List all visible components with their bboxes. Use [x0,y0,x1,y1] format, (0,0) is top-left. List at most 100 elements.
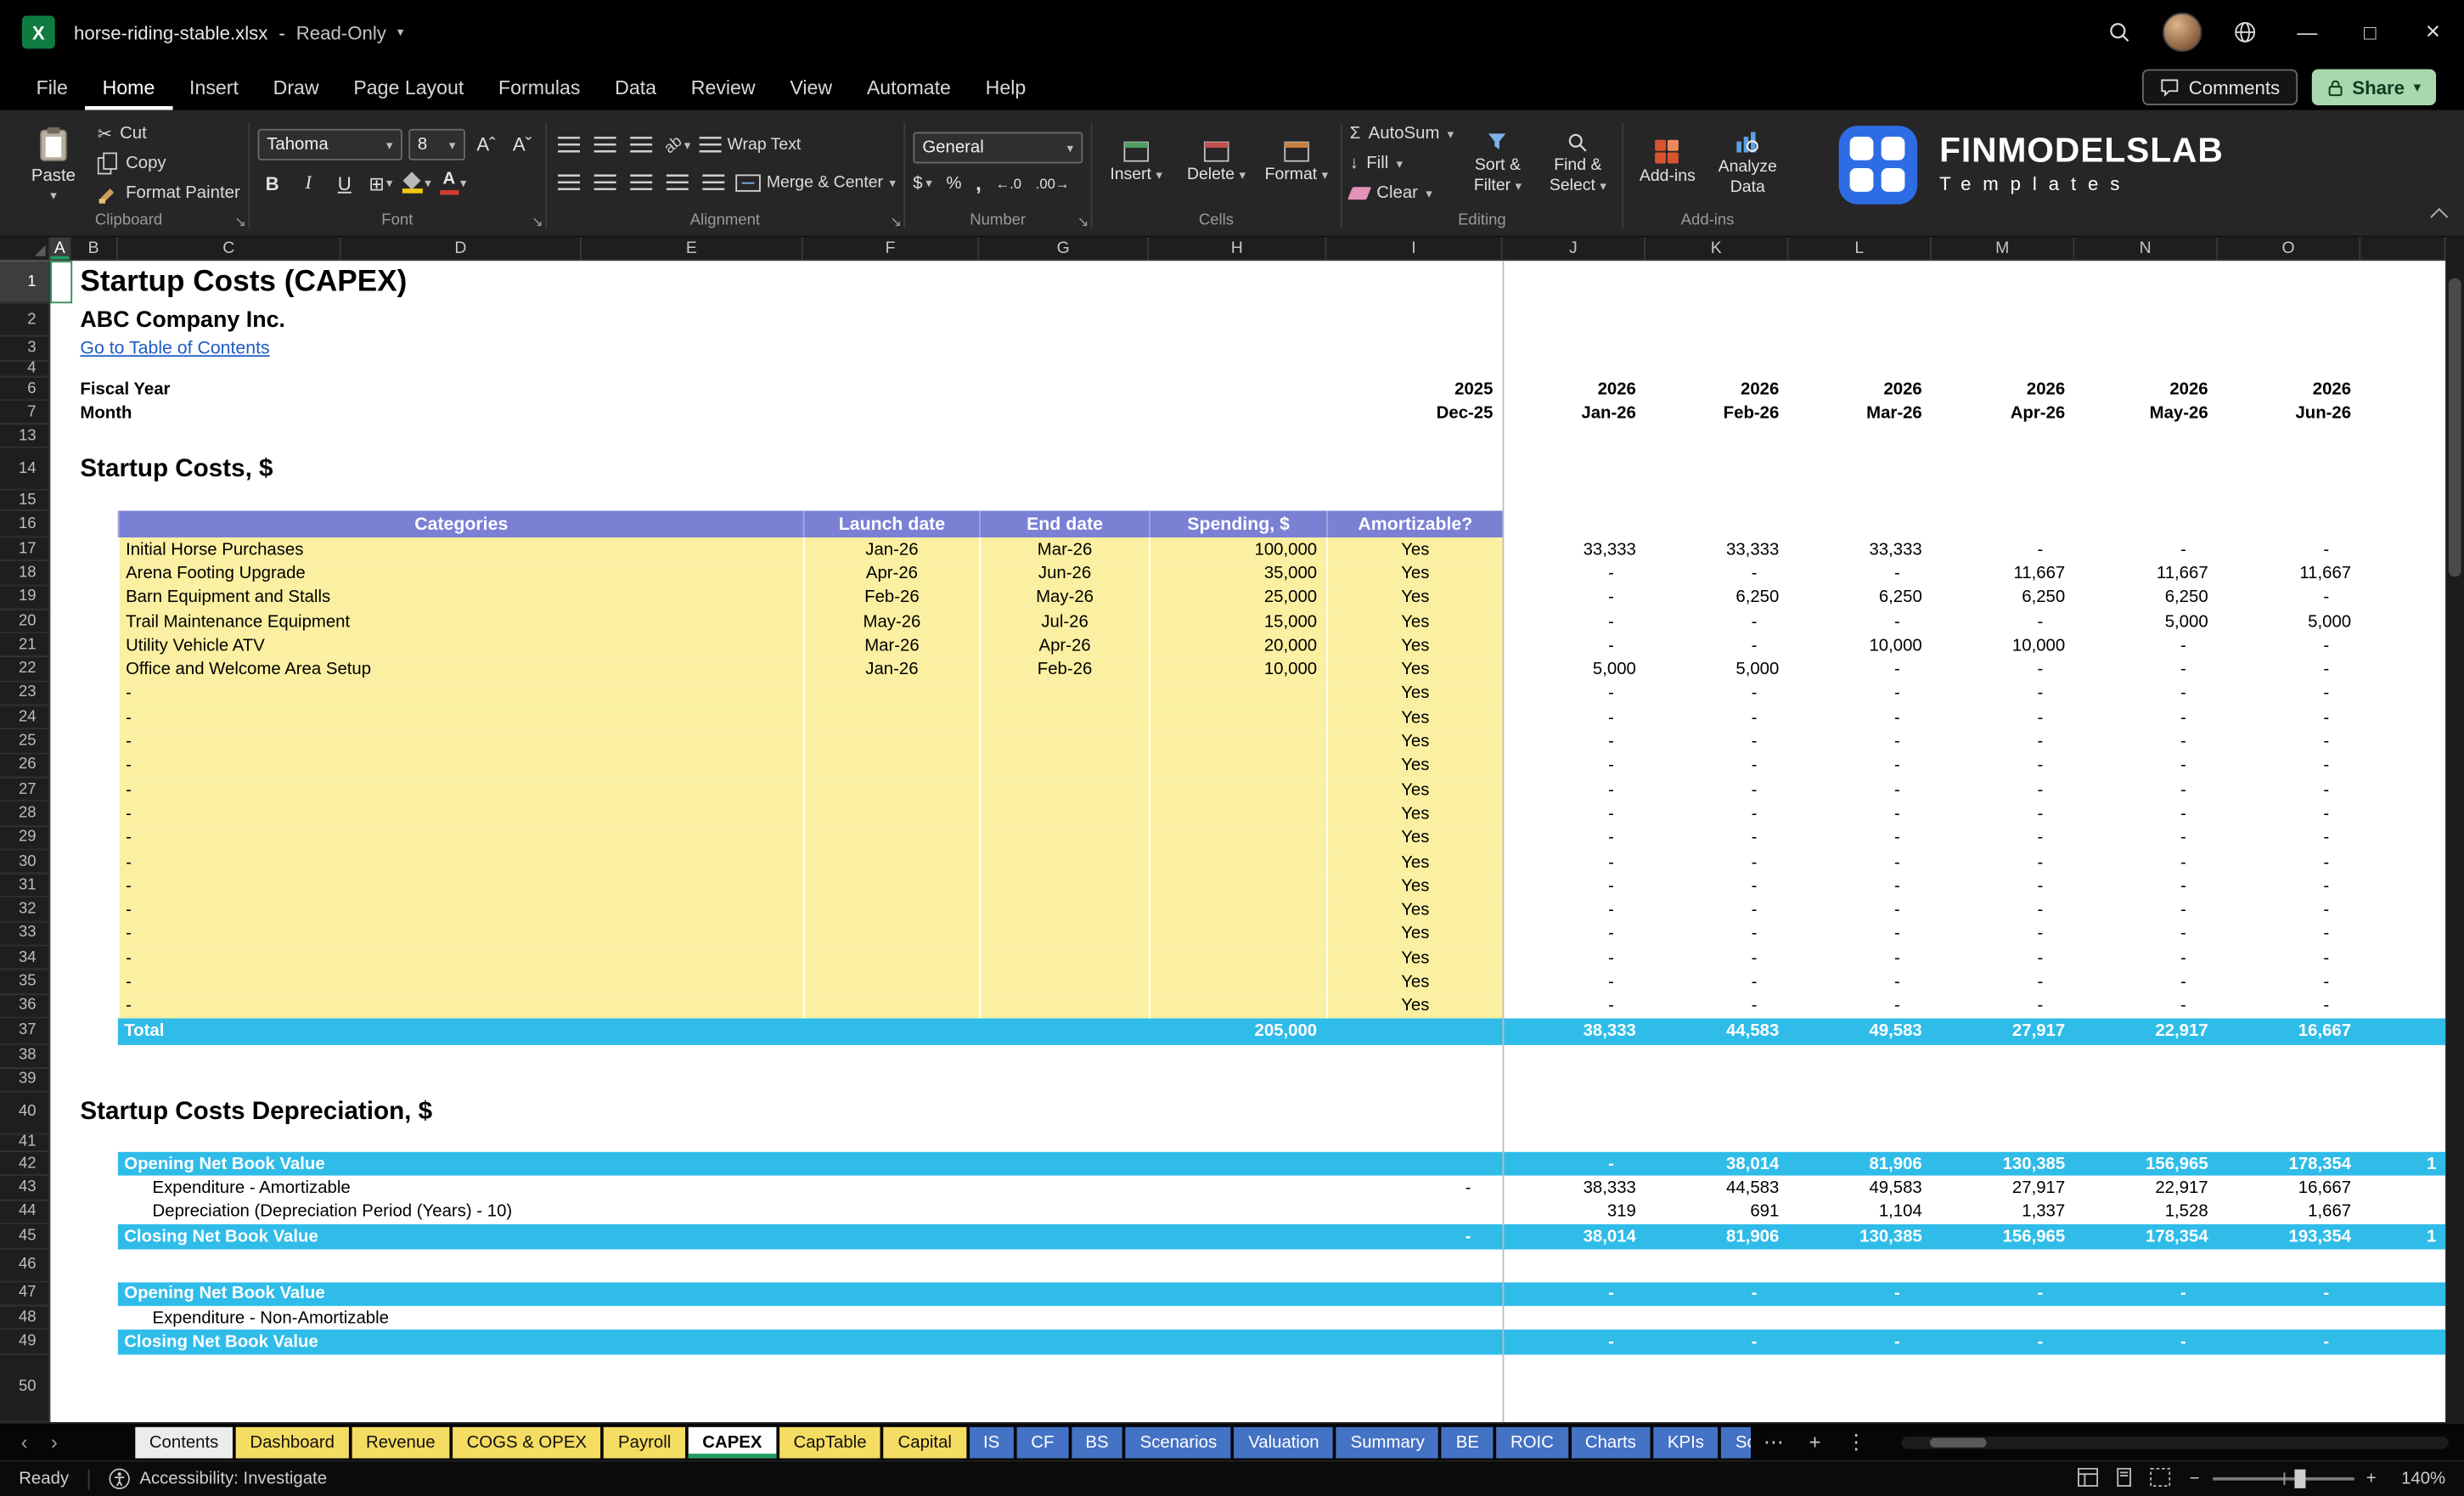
item-month-value[interactable]: 6,250 [1932,586,2074,610]
item-category[interactable]: Barn Equipment and Stalls [117,585,803,610]
prev-sheet-button[interactable]: ‹ [9,1430,39,1454]
normal-view-button[interactable] [2078,1466,2099,1491]
item-launch-date[interactable]: Apr-26 [802,561,980,586]
row-header-37[interactable]: 37 [0,1018,51,1045]
close-button[interactable]: × [2401,0,2464,65]
item-end-date[interactable]: May-26 [979,585,1150,610]
item-month-value[interactable]: 6,250 [1645,586,1788,610]
item-amortizable[interactable]: Yes [1326,994,1503,1019]
row-header-50[interactable]: 50 [0,1354,51,1422]
item-month-value[interactable]: - [1503,730,1645,754]
item-month-value[interactable]: - [1932,946,2074,970]
font-color-button[interactable]: XA▾ [438,168,468,198]
fiscal-year-value[interactable]: 2026 [1788,377,1931,401]
item-launch-date[interactable] [802,897,980,923]
percent-style-button[interactable]: % [946,174,961,193]
item-amortizable[interactable]: Yes [1326,537,1503,562]
page-break-view-button[interactable] [2150,1466,2171,1491]
item-month-value[interactable]: - [1788,706,1931,729]
accessibility-status[interactable]: Accessibility: Investigate [108,1468,327,1490]
item-month-value[interactable]: 11,667 [1932,561,2074,585]
total-spending[interactable]: 205,000 [1149,1018,1326,1044]
row-header-4[interactable]: 4 [0,360,51,378]
item-category[interactable]: - [117,850,803,875]
item-amortizable[interactable]: Yes [1326,585,1503,610]
item-month-value[interactable]: 5,000 [2218,610,2360,633]
item-month-value[interactable]: - [1788,802,1931,826]
month-value[interactable]: Jun-26 [2218,401,2360,425]
number-format-select[interactable]: General ▾ [913,132,1083,164]
column-header-d[interactable]: D [341,237,582,260]
item-amortizable[interactable]: Yes [1326,729,1503,754]
item-end-date[interactable]: Jun-26 [979,561,1150,586]
item-month-value[interactable]: 11,667 [2218,561,2360,585]
font-name-select[interactable]: Tahoma ▾ [257,128,402,160]
dep-month-value[interactable]: - [1788,1330,1931,1355]
item-month-value[interactable]: - [1645,730,1788,754]
ribbon-collapse-icon[interactable] [2430,207,2449,226]
connected-experiences-button[interactable] [2213,0,2276,65]
sort-filter-button[interactable]: Sort & Filter ▾ [1461,132,1533,194]
item-month-value[interactable]: - [1645,561,1788,585]
accounting-format-button[interactable]: $ ▾ [913,174,931,193]
dep-row-label[interactable]: Expenditure - Amortizable [153,1176,803,1200]
menu-automate[interactable]: Automate [849,65,968,110]
row-header-23[interactable]: 23 [0,681,51,706]
item-launch-date[interactable] [802,994,980,1019]
dep-row-label[interactable]: Closing Net Book Value [118,1330,637,1355]
dep-month-value[interactable]: 22,917 [2074,1176,2217,1200]
item-spending[interactable]: 15,000 [1149,609,1327,634]
fiscal-year-label[interactable]: Fiscal Year [80,377,394,401]
item-month-value[interactable]: - [1645,898,1788,922]
item-spending[interactable]: 35,000 [1149,561,1327,586]
font-size-select[interactable]: 8 ▾ [408,128,465,160]
item-month-value[interactable]: - [2218,898,2360,922]
item-month-value[interactable]: - [2074,682,2217,706]
menu-data[interactable]: Data [598,65,674,110]
item-launch-date[interactable] [802,850,980,875]
item-month-value[interactable]: - [1932,874,2074,897]
item-end-date[interactable] [979,825,1150,851]
item-month-value[interactable]: - [2074,922,2217,946]
item-month-value[interactable]: - [1645,850,1788,874]
item-launch-date[interactable] [802,729,980,754]
dep-month-value[interactable]: - [1503,1152,1645,1177]
total-month-value[interactable]: 27,917 [1932,1018,2074,1044]
item-month-value[interactable]: - [1503,970,1645,994]
column-header-b[interactable]: B [70,237,118,260]
comma-style-button[interactable]: , [976,172,982,195]
menu-formulas[interactable]: Formulas [481,65,598,110]
vertical-scrollbar-thumb[interactable] [2448,278,2461,577]
item-month-value[interactable]: - [1503,586,1645,610]
row-header-7[interactable]: 7 [0,401,51,425]
copy-button[interactable]: Copy [97,151,240,177]
item-month-value[interactable]: - [1788,826,1931,850]
item-end-date[interactable] [979,922,1150,947]
row-header-15[interactable]: 15 [0,490,51,511]
item-month-value[interactable]: - [1788,970,1931,994]
row-header-26[interactable]: 26 [0,753,51,779]
item-amortizable[interactable]: Yes [1326,850,1503,875]
item-amortizable[interactable]: Yes [1326,970,1503,995]
menu-page-layout[interactable]: Page Layout [336,65,481,110]
item-category[interactable]: - [117,729,803,754]
item-category[interactable]: - [117,681,803,706]
borders-button[interactable]: ⊞ ▾ [366,168,396,198]
item-spending[interactable] [1149,681,1327,706]
dep-month-value[interactable]: 130,385 [1932,1152,2074,1177]
dep-month-value[interactable]: - [1645,1282,1788,1307]
sheet-tab-valuation[interactable]: Valuation [1234,1426,1334,1458]
row-header-19[interactable]: 19 [0,585,51,610]
column-header-h[interactable]: H [1149,237,1327,260]
sheet-tab-charts[interactable]: Charts [1571,1426,1651,1458]
item-month-value[interactable]: - [2218,706,2360,729]
item-month-value[interactable]: - [1788,561,1931,585]
dep-month-value[interactable]: 1,104 [1788,1201,1931,1224]
item-month-value[interactable]: - [1932,826,2074,850]
excel-app-icon[interactable]: X [21,15,55,49]
item-launch-date[interactable]: Feb-26 [802,585,980,610]
align-middle-button[interactable] [591,130,621,160]
item-month-value[interactable]: - [2074,754,2217,778]
sheet-tab-roic[interactable]: ROIC [1496,1426,1568,1458]
item-end-date[interactable] [979,897,1150,923]
